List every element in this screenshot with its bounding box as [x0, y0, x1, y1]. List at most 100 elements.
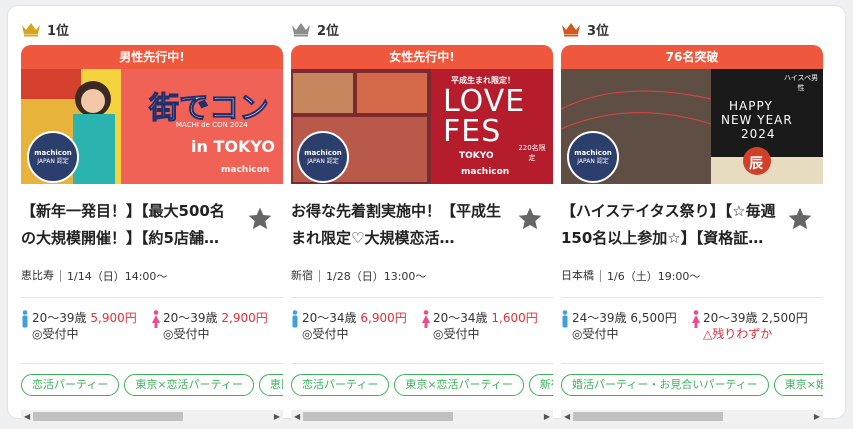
male-price-value: 6,500円: [630, 311, 677, 325]
horizontal-scrollbar[interactable]: ◀ ▶: [21, 410, 283, 423]
japan-certified-badge: machicon JAPAN 認定: [27, 131, 79, 183]
scroll-right-icon[interactable]: ▶: [274, 412, 280, 421]
event-date: 1/14（日）14:00〜: [67, 269, 168, 283]
favorite-star-icon[interactable]: [787, 206, 813, 232]
status-banner: 76名突破: [561, 45, 823, 69]
scrollbar-thumb[interactable]: [573, 412, 723, 421]
event-title[interactable]: 【新年一発目！】【最大500名の大規模開催！】【約5店舗…: [21, 198, 239, 252]
badge-cert: JAPAN 認定: [577, 157, 609, 165]
event-card[interactable]: 76名突破 ハイスペ男性 HAPPY NEW YEAR 2024 辰 machi…: [561, 45, 823, 184]
status-banner: 女性先行中!: [291, 45, 553, 69]
female-age: 20〜39歳: [163, 311, 218, 325]
female-price: 20〜39歳 2,500円 △残りわずか: [692, 310, 823, 363]
image-subtitle: MACHI de CON 2024: [176, 121, 248, 129]
tag-list: 恋活パーティー東京×恋活パーティー新宿×恋活パーティー: [291, 364, 553, 410]
rank-header: 2位: [291, 16, 553, 42]
female-price: 20〜34歳 1,600円 ◎受付中: [422, 310, 553, 363]
image-line-1: HAPPY: [729, 99, 773, 113]
female-status: ◎受付中: [433, 327, 480, 341]
image-line-3: 2024: [741, 127, 776, 141]
japan-certified-badge: machicon JAPAN 認定: [567, 131, 619, 183]
image-title-1: LOVE: [443, 84, 526, 119]
scroll-left-icon[interactable]: ◀: [564, 412, 570, 421]
tag-chip[interactable]: 恋活パーティー: [21, 374, 120, 396]
tag-chip[interactable]: 恵比寿×恋活パーティー: [258, 374, 283, 396]
image-title-2: FES: [443, 114, 502, 149]
tag-chip[interactable]: 東京×恋活パーティー: [124, 374, 254, 396]
event-meta: 新宿 1/28（日）13:00〜: [291, 254, 553, 298]
event-title[interactable]: 【ハイステイタス祭り】【☆毎週150名以上参加☆】【資格証…: [561, 198, 779, 252]
badge-cert: JAPAN 認定: [307, 157, 339, 165]
female-price-value: 2,900円: [221, 311, 268, 325]
event-card[interactable]: 女性先行中! 平成生まれ限定！ LOVE FES TOKYO 220名限定 ma…: [291, 45, 553, 184]
tag-chip[interactable]: 東京×恋活パーティー: [394, 374, 524, 396]
tag-chip[interactable]: 婚活パーティー・お見合いパーティー: [561, 374, 769, 396]
event-title-row: 【新年一発目！】【最大500名の大規模開催！】【約5店舗…: [21, 184, 283, 254]
scroll-left-icon[interactable]: ◀: [24, 412, 30, 421]
scroll-right-icon[interactable]: ▶: [814, 412, 820, 421]
gold-crown-icon: [21, 21, 41, 37]
badge-cert: JAPAN 認定: [37, 157, 69, 165]
male-price: 24〜39歳 6,500円 ◎受付中: [561, 310, 692, 363]
event-date: 1/28（日）13:00〜: [326, 269, 427, 283]
event-title[interactable]: お得な先着割実施中！【平成生まれ限定♡大規模恋活…: [291, 198, 509, 252]
male-price: 20〜34歳 6,900円 ◎受付中: [291, 310, 422, 363]
rank-label: 1位: [47, 23, 70, 39]
event-place: 日本橋: [561, 269, 601, 282]
ranking-panel: 1位 男性先行中! 街でコン MACHI de CON 2024 in TOKY…: [8, 6, 845, 423]
image-location: in TOKYO: [191, 137, 275, 156]
male-price-value: 6,900円: [360, 311, 407, 325]
rank-header: 1位: [21, 16, 283, 42]
scroll-left-icon[interactable]: ◀: [294, 412, 300, 421]
scroll-right-icon[interactable]: ▶: [544, 412, 550, 421]
image-capacity: 220名限定: [518, 144, 546, 162]
rank-label: 3位: [587, 23, 610, 39]
horizontal-scrollbar[interactable]: ◀ ▶: [561, 410, 823, 423]
scrollbar-thumb[interactable]: [33, 412, 183, 421]
favorite-star-icon[interactable]: [247, 206, 273, 232]
female-status: ◎受付中: [163, 327, 210, 341]
female-price-value: 2,500円: [761, 311, 808, 325]
price-info: 20〜39歳 5,900円 ◎受付中 20〜39歳 2,900円 ◎受付中: [21, 298, 283, 364]
price-info: 20〜34歳 6,900円 ◎受付中 20〜34歳 1,600円 ◎受付中: [291, 298, 553, 364]
favorite-star-icon[interactable]: [517, 206, 543, 232]
tag-chip[interactable]: 恋活パーティー: [291, 374, 390, 396]
image-location: TOKYO: [459, 151, 494, 161]
badge-brand: machicon: [574, 149, 612, 158]
female-icon: [422, 310, 430, 328]
female-icon: [152, 310, 160, 328]
bronze-crown-icon: [561, 21, 581, 37]
event-meta: 恵比寿 1/14（日）14:00〜: [21, 254, 283, 298]
status-banner: 男性先行中!: [21, 45, 283, 69]
image-logo: machicon: [221, 165, 270, 175]
female-age: 20〜39歳: [703, 311, 758, 325]
tag-list: 恋活パーティー東京×恋活パーティー恵比寿×恋活パーティー: [21, 364, 283, 410]
event-date: 1/6（土）19:00〜: [607, 269, 701, 283]
event-image[interactable]: 平成生まれ限定！ LOVE FES TOKYO 220名限定 machicon …: [291, 69, 553, 184]
male-status: ◎受付中: [302, 327, 349, 341]
silver-crown-icon: [291, 21, 311, 37]
event-image[interactable]: ハイスペ男性 HAPPY NEW YEAR 2024 辰 machicon JA…: [561, 69, 823, 184]
tag-list: 婚活パーティー・お見合いパーティー東京×婚活パーティー: [561, 364, 823, 410]
female-price-value: 1,600円: [491, 311, 538, 325]
japan-certified-badge: machicon JAPAN 認定: [297, 131, 349, 183]
scrollbar-thumb[interactable]: [303, 412, 453, 421]
image-logo: machicon: [461, 167, 510, 177]
male-icon: [292, 310, 298, 328]
tag-chip[interactable]: 新宿×恋活パーティー: [528, 374, 553, 396]
event-image[interactable]: 街でコン MACHI de CON 2024 in TOKYO machicon…: [21, 69, 283, 184]
image-corner-text: ハイスペ男性: [783, 74, 819, 92]
rank-label: 2位: [317, 23, 340, 39]
event-card[interactable]: 男性先行中! 街でコン MACHI de CON 2024 in TOKYO m…: [21, 45, 283, 184]
male-price: 20〜39歳 5,900円 ◎受付中: [21, 310, 152, 363]
price-info: 24〜39歳 6,500円 ◎受付中 20〜39歳 2,500円 △残りわずか: [561, 298, 823, 364]
male-status: ◎受付中: [32, 327, 79, 341]
rank-header: 3位: [561, 16, 823, 42]
male-age: 20〜39歳: [32, 311, 87, 325]
event-title-row: お得な先着割実施中！【平成生まれ限定♡大規模恋活…: [291, 184, 553, 254]
event-meta: 日本橋 1/6（土）19:00〜: [561, 254, 823, 298]
badge-brand: machicon: [304, 149, 342, 158]
horizontal-scrollbar[interactable]: ◀ ▶: [291, 410, 553, 423]
tag-chip[interactable]: 東京×婚活パーティー: [773, 374, 823, 396]
image-dragon: 辰: [749, 156, 763, 172]
